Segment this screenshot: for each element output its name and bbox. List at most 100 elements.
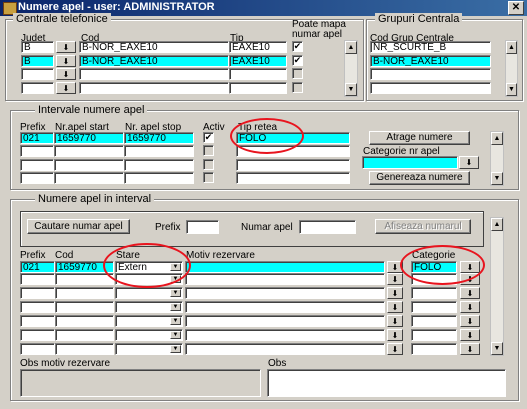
interval-prefix-field[interactable] xyxy=(20,159,54,171)
interval-stop-field[interactable] xyxy=(124,172,194,184)
afiseaza-numarul-button[interactable]: Afiseaza numarul xyxy=(375,219,471,234)
activ-checkbox[interactable]: ✔ xyxy=(203,132,214,143)
dropdown-arrow-icon[interactable]: ▼ xyxy=(170,303,181,311)
stare-select[interactable]: ▼ xyxy=(115,301,183,313)
poate-mapa-checkbox[interactable]: ✔ xyxy=(292,41,303,52)
numar-prefix-field[interactable] xyxy=(20,301,55,313)
cautare-numar-button[interactable]: Cautare numar apel xyxy=(27,219,130,234)
categorie-field[interactable] xyxy=(411,273,457,285)
numar-cod-field[interactable] xyxy=(55,329,114,341)
activ-checkbox[interactable] xyxy=(203,145,214,156)
judet-lov-icon[interactable]: ⬇ xyxy=(56,55,76,67)
search-numar-input[interactable] xyxy=(299,220,356,234)
activ-checkbox[interactable] xyxy=(203,172,214,183)
scroll-up-icon[interactable]: ▲ xyxy=(506,41,517,54)
stare-select[interactable]: ▼ xyxy=(115,273,183,285)
motiv-lov-icon[interactable]: ⬇ xyxy=(387,273,403,285)
numar-cod-field[interactable] xyxy=(55,301,114,313)
interval-start-field[interactable]: 1659770 xyxy=(54,132,124,144)
categorie-field[interactable] xyxy=(411,315,457,327)
dropdown-arrow-icon[interactable]: ▼ xyxy=(170,317,181,325)
numere-scrollbar[interactable]: ▲ ▼ xyxy=(490,217,504,356)
cod-centrala-field[interactable]: B-NOR_EAXE10 xyxy=(79,55,229,67)
judet-lov-icon[interactable]: ⬇ xyxy=(56,41,76,53)
stare-select[interactable]: Extern ▼ xyxy=(115,261,183,273)
interval-stop-field[interactable] xyxy=(124,159,194,171)
scroll-down-icon[interactable]: ▼ xyxy=(345,83,357,96)
genereaza-numere-button[interactable]: Genereaza numere xyxy=(369,171,470,185)
categorie-nr-apel-field[interactable] xyxy=(362,156,458,169)
interval-prefix-field[interactable] xyxy=(20,172,54,184)
cod-centrala-field[interactable] xyxy=(79,68,229,80)
interval-stop-field[interactable] xyxy=(124,145,194,157)
scroll-up-icon[interactable]: ▲ xyxy=(345,41,357,54)
tip-retea-field[interactable] xyxy=(236,145,350,157)
judet-field[interactable]: B xyxy=(21,41,54,53)
interval-start-field[interactable] xyxy=(54,172,124,184)
centrale-scrollbar[interactable]: ▲ ▼ xyxy=(344,40,358,97)
motiv-lov-icon[interactable]: ⬇ xyxy=(387,287,403,299)
scroll-up-icon[interactable]: ▲ xyxy=(491,132,503,145)
motiv-rezervare-field[interactable] xyxy=(185,301,385,313)
interval-stop-field[interactable]: 1659770 xyxy=(124,132,194,144)
numar-prefix-field[interactable] xyxy=(20,329,55,341)
scroll-up-icon[interactable]: ▲ xyxy=(491,218,503,231)
tip-retea-field[interactable]: FOLO xyxy=(236,132,350,144)
search-prefix-input[interactable] xyxy=(186,220,219,234)
tip-centrala-field[interactable] xyxy=(229,68,287,80)
judet-field[interactable]: B xyxy=(21,55,54,67)
tip-retea-field[interactable] xyxy=(236,172,350,184)
categorie-field[interactable]: FOLO xyxy=(411,261,457,273)
categorie-lov-icon[interactable]: ⬇ xyxy=(460,287,480,299)
dropdown-arrow-icon[interactable]: ▼ xyxy=(170,275,181,283)
numar-prefix-field[interactable] xyxy=(20,315,55,327)
interval-start-field[interactable] xyxy=(54,145,124,157)
judet-field[interactable] xyxy=(21,82,54,94)
judet-field[interactable] xyxy=(21,68,54,80)
cod-centrala-field[interactable] xyxy=(79,82,229,94)
scroll-down-icon[interactable]: ▼ xyxy=(491,342,503,355)
cod-grup-field[interactable] xyxy=(370,82,491,94)
motiv-rezervare-field[interactable] xyxy=(185,261,385,273)
cod-grup-field[interactable]: NR_SCURTE_B xyxy=(370,41,491,53)
numar-cod-field[interactable]: 1659770 xyxy=(55,261,114,273)
motiv-rezervare-field[interactable] xyxy=(185,287,385,299)
categorie-lov-icon[interactable]: ⬇ xyxy=(460,315,480,327)
stare-select[interactable]: ▼ xyxy=(115,329,183,341)
stare-select[interactable]: ▼ xyxy=(115,287,183,299)
tip-centrala-field[interactable] xyxy=(229,82,287,94)
cod-grup-field[interactable] xyxy=(370,68,491,80)
stare-select[interactable]: ▼ xyxy=(115,315,183,327)
dropdown-arrow-icon[interactable]: ▼ xyxy=(170,331,181,339)
numar-prefix-field[interactable] xyxy=(20,287,55,299)
numar-cod-field[interactable] xyxy=(55,315,114,327)
dropdown-arrow-icon[interactable]: ▼ xyxy=(170,263,181,271)
numar-prefix-field[interactable] xyxy=(20,273,55,285)
categorie-field[interactable] xyxy=(411,343,457,355)
categorie-lov-icon[interactable]: ⬇ xyxy=(460,273,480,285)
motiv-lov-icon[interactable]: ⬇ xyxy=(387,301,403,313)
numar-prefix-field[interactable]: 021 xyxy=(20,261,55,273)
interval-start-field[interactable] xyxy=(54,159,124,171)
judet-lov-icon[interactable]: ⬇ xyxy=(56,68,76,80)
motiv-lov-icon[interactable]: ⬇ xyxy=(387,315,403,327)
categorie-lov-icon[interactable]: ⬇ xyxy=(460,329,480,341)
cod-grup-field[interactable]: B-NOR_EAXE10 xyxy=(370,55,491,67)
intervale-scrollbar[interactable]: ▲ ▼ xyxy=(490,131,504,186)
numar-cod-field[interactable] xyxy=(55,287,114,299)
scroll-down-icon[interactable]: ▼ xyxy=(506,83,517,96)
tip-centrala-field[interactable]: EAXE10 xyxy=(229,55,287,67)
dropdown-arrow-icon[interactable]: ▼ xyxy=(170,289,181,297)
categorie-lov-icon[interactable]: ⬇ xyxy=(460,343,480,355)
motiv-rezervare-field[interactable] xyxy=(185,315,385,327)
motiv-lov-icon[interactable]: ⬇ xyxy=(387,343,403,355)
motiv-rezervare-field[interactable] xyxy=(185,343,385,355)
poate-mapa-checkbox[interactable] xyxy=(292,82,303,93)
numar-cod-field[interactable] xyxy=(55,343,114,355)
motiv-lov-icon[interactable]: ⬇ xyxy=(387,329,403,341)
poate-mapa-checkbox[interactable]: ✔ xyxy=(292,55,303,66)
judet-lov-icon[interactable]: ⬇ xyxy=(56,82,76,94)
tip-retea-field[interactable] xyxy=(236,159,350,171)
motiv-rezervare-field[interactable] xyxy=(185,329,385,341)
motiv-rezervare-field[interactable] xyxy=(185,273,385,285)
